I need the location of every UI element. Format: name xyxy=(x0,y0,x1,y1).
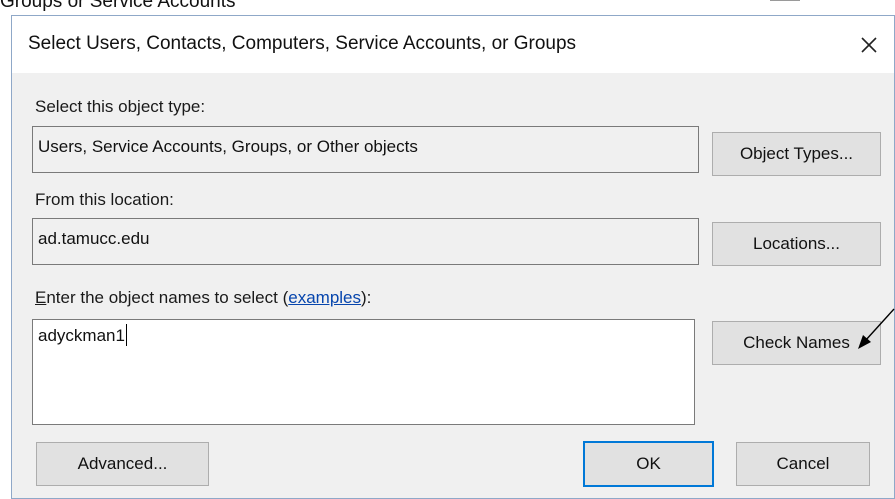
dialog-title: Select Users, Contacts, Computers, Servi… xyxy=(28,33,577,54)
object-names-label: Enter the object names to select (exampl… xyxy=(35,288,371,308)
screen: Groups or Service Accounts Select Users,… xyxy=(0,0,895,499)
close-icon xyxy=(861,36,877,53)
object-names-value: adyckman1 xyxy=(38,326,125,345)
location-label: From this location: xyxy=(35,190,174,209)
object-names-label-text: nter the object names to select ( xyxy=(46,288,289,307)
advanced-button[interactable]: Advanced... xyxy=(36,442,209,486)
locations-button[interactable]: Locations... xyxy=(712,222,881,266)
ok-button[interactable]: OK xyxy=(583,441,714,487)
background-window-text: Groups or Service Accounts xyxy=(0,0,236,12)
examples-link[interactable]: examples xyxy=(288,288,361,307)
dialog-titlebar: Select Users, Contacts, Computers, Servi… xyxy=(12,16,894,73)
object-type-field: Users, Service Accounts, Groups, or Othe… xyxy=(32,126,699,173)
select-users-dialog: Select Users, Contacts, Computers, Servi… xyxy=(11,15,895,499)
object-names-input[interactable]: adyckman1 xyxy=(32,319,695,425)
cancel-button[interactable]: Cancel xyxy=(736,442,870,486)
close-button[interactable] xyxy=(844,16,894,73)
background-window-edge xyxy=(770,0,800,7)
arrow-pointer-icon xyxy=(858,308,895,349)
location-field: ad.tamucc.edu xyxy=(32,218,699,265)
text-caret xyxy=(125,324,127,346)
object-type-label: Select this object type: xyxy=(35,97,206,116)
object-names-accesskey: E xyxy=(35,288,47,307)
object-names-label-end: ): xyxy=(361,288,372,307)
object-types-button[interactable]: Object Types... xyxy=(712,132,881,176)
